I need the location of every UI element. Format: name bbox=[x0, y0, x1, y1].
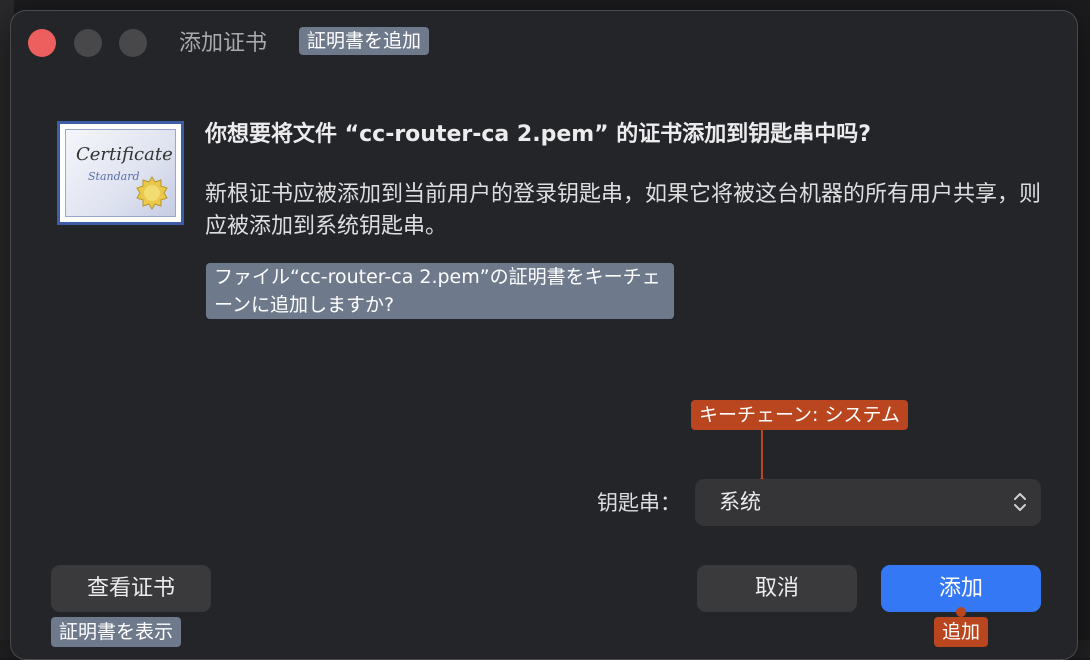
add-annotation-dot bbox=[956, 607, 966, 617]
window-title: 添加证书 bbox=[179, 31, 268, 56]
window-title-translation: 証明書を追加 bbox=[299, 27, 430, 55]
cancel-button[interactable]: 取消 bbox=[697, 565, 857, 612]
dialog-question-translation: ファイル“cc-router-ca 2.pem”の証明書をキーチェーンに追加しま… bbox=[206, 263, 674, 319]
keychain-annotation-line bbox=[761, 430, 763, 482]
chevron-up-down-icon bbox=[1014, 493, 1026, 511]
view-certificate-translation: 証明書を表示 bbox=[51, 617, 182, 647]
zoom-button bbox=[119, 29, 147, 57]
certificate-icon-subtext: Standard bbox=[88, 170, 140, 183]
dialog-question: 你想要将文件 “cc-router-ca 2.pem” 的证书添加到钥匙串中吗? bbox=[205, 122, 872, 147]
add-annotation: 追加 bbox=[934, 617, 989, 647]
certificate-icon-text: Certificate bbox=[76, 144, 173, 165]
keychain-label: 钥匙串： bbox=[597, 491, 681, 515]
minimize-button bbox=[74, 29, 102, 57]
keychain-annotation: キーチェーン: システム bbox=[691, 400, 908, 430]
close-button[interactable] bbox=[28, 29, 56, 57]
certificate-icon: Certificate Standard bbox=[57, 121, 184, 225]
dialog-description: 新根证书应被添加到当前用户的登录钥匙串，如果它将被这台机器的所有用户共享，则应被… bbox=[205, 182, 1042, 239]
view-certificate-button[interactable]: 查看证书 bbox=[51, 565, 211, 612]
keychain-popup[interactable]: 系统 bbox=[695, 479, 1041, 526]
add-certificate-dialog: 添加证书 証明書を追加 Certificate Standard 你想要将文件 … bbox=[10, 10, 1078, 660]
keychain-selected-value: 系统 bbox=[719, 490, 761, 514]
add-button[interactable]: 添加 bbox=[881, 565, 1041, 612]
seal-icon bbox=[136, 176, 168, 210]
